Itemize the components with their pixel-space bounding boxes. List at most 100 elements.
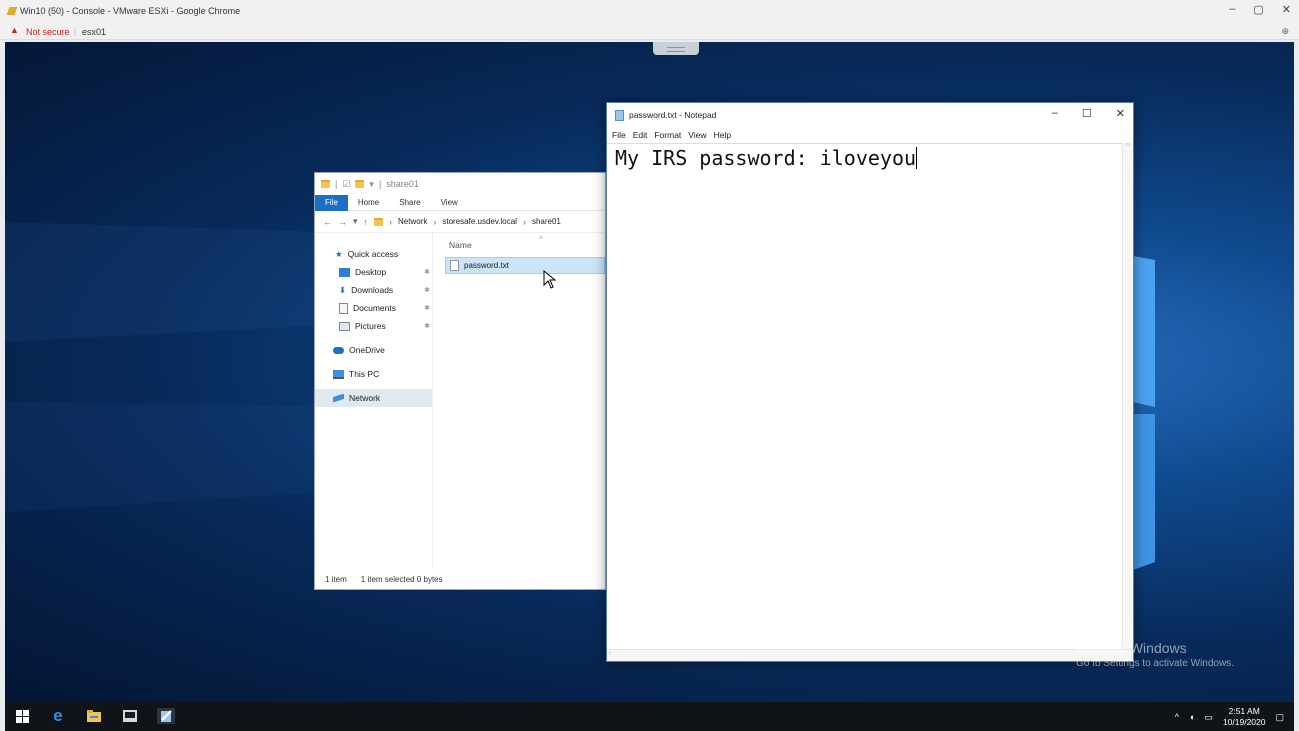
remote-desktop[interactable]: | ☑ ▾ | share01 File Home Share View ← →…	[5, 42, 1294, 702]
computer-icon	[333, 369, 344, 379]
notifications-icon[interactable]: ▢	[1275, 712, 1284, 723]
start-icon[interactable]	[13, 708, 31, 724]
quick-access-toolbar: | ☑ ▾ | share01	[315, 173, 605, 195]
pictures-icon	[339, 321, 350, 331]
notepad-window[interactable]: password.txt - Notepad – ☐ ✕ File Edit F…	[606, 102, 1134, 662]
menu-edit[interactable]: Edit	[633, 130, 648, 140]
file-row[interactable]: password.txt	[445, 257, 605, 274]
edge-icon[interactable]: e	[49, 706, 67, 725]
system-tray: ^ ◖ ▭ 2:51 AM 10/19/2020 ▢	[1175, 706, 1284, 728]
notepad-title-bar: password.txt - Notepad – ☐ ✕	[607, 103, 1133, 127]
chevron-up-icon[interactable]: ^	[1175, 712, 1179, 722]
qat-divider-2: |	[378, 179, 382, 189]
pin-icon[interactable]: ✱	[424, 304, 430, 312]
ribbon-tab-home[interactable]: Home	[348, 198, 389, 207]
server-manager-icon[interactable]	[121, 708, 139, 724]
file-name: password.txt	[464, 261, 509, 270]
file-list: ^ Name password.txt	[445, 233, 605, 569]
notepad-window-controls: – ☐ ✕	[1052, 107, 1125, 120]
file-explorer-icon[interactable]	[85, 708, 103, 724]
watermark-subtitle: Go to Settings to activate Windows.	[1076, 658, 1234, 669]
scroll-up-icon[interactable]: ^	[1123, 143, 1133, 150]
notepad-content-line: My IRS password: iloveyou	[607, 144, 1122, 170]
nav-item-label: Documents	[353, 303, 396, 313]
menu-help[interactable]: Help	[714, 130, 731, 140]
breadcrumb-share[interactable]: share01	[532, 217, 561, 226]
address-host[interactable]: esx01	[82, 27, 106, 37]
notepad-minimize-button[interactable]: –	[1052, 107, 1058, 120]
up-arrow-icon[interactable]: ↑	[364, 217, 369, 227]
location-folder-icon	[374, 217, 384, 226]
pin-icon[interactable]: ✱	[424, 286, 430, 294]
navigation-pane: ★ Quick access Desktop ✱ ⬇ Downloads ✱ D…	[315, 233, 433, 569]
download-arrow-icon: ⬇	[339, 284, 347, 295]
ribbon-tab-view[interactable]: View	[431, 198, 468, 207]
properties-icon[interactable]: ☑	[342, 179, 350, 190]
mouse-pointer-icon	[543, 270, 557, 289]
nav-quick-access[interactable]: ★ Quick access	[315, 245, 432, 263]
breadcrumb-server[interactable]: storesafe.usdev.local	[442, 217, 517, 226]
nav-item-label: Desktop	[355, 267, 387, 277]
file-explorer-window[interactable]: | ☑ ▾ | share01 File Home Share View ← →…	[314, 172, 606, 590]
activation-watermark: Activate Windows Go to Settings to activ…	[1076, 640, 1234, 669]
restore-button[interactable]: ▢	[1253, 3, 1263, 16]
address-bar[interactable]: ▲ Not secure | esx01 ⊕	[0, 23, 1299, 40]
ribbon-tab-file[interactable]: File	[315, 194, 348, 211]
nav-item-label: This PC	[349, 369, 380, 379]
column-header-name[interactable]: ^ Name	[445, 233, 605, 257]
nav-desktop[interactable]: Desktop ✱	[315, 263, 432, 281]
close-button[interactable]: ✕	[1282, 3, 1291, 16]
notepad-menu-bar: File Edit Format View Help	[607, 127, 1133, 142]
network-tray-icon[interactable]: ▭	[1204, 712, 1213, 723]
folder-icon	[321, 180, 330, 188]
recent-dropdown-icon[interactable]: ▾	[353, 216, 358, 227]
nav-pictures[interactable]: Pictures ✱	[315, 317, 432, 335]
menu-format[interactable]: Format	[654, 130, 681, 140]
notepad-close-button[interactable]: ✕	[1116, 107, 1125, 120]
status-bar: 1 item 1 item selected 0 bytes	[315, 569, 605, 589]
vertical-scrollbar[interactable]: ^	[1122, 143, 1133, 649]
not-secure-label[interactable]: Not secure	[26, 27, 70, 37]
nav-downloads[interactable]: ⬇ Downloads ✱	[315, 281, 432, 299]
vmware-favicon-icon	[6, 7, 18, 15]
pin-icon[interactable]: ✱	[424, 268, 430, 276]
nav-onedrive[interactable]: OneDrive	[315, 341, 432, 359]
ribbon-tabs: File Home Share View	[315, 194, 605, 211]
volume-icon[interactable]: ◖	[1189, 712, 1194, 722]
new-folder-icon[interactable]	[355, 180, 365, 188]
clock-time: 2:51 AM	[1228, 706, 1260, 716]
minimize-button[interactable]: –	[1229, 3, 1235, 16]
zoom-icon[interactable]: ⊕	[1281, 26, 1289, 37]
breadcrumb-network[interactable]: Network	[398, 217, 427, 226]
notepad-text-area[interactable]: My IRS password: iloveyou	[607, 143, 1122, 649]
notepad-title: password.txt - Notepad	[629, 110, 717, 120]
back-arrow-icon[interactable]: ←	[323, 217, 332, 227]
horizontal-scrollbar[interactable]: ‹	[607, 649, 1133, 661]
nav-item-label: Pictures	[355, 321, 386, 331]
watermark-title: Activate Windows	[1076, 640, 1187, 656]
forward-arrow-icon[interactable]: →	[338, 217, 347, 227]
notepad-content: My IRS password: iloveyou	[615, 146, 917, 170]
nav-documents[interactable]: Documents ✱	[315, 299, 432, 317]
pin-icon[interactable]: ✱	[424, 322, 430, 330]
menu-file[interactable]: File	[612, 130, 626, 140]
clock[interactable]: 2:51 AM 10/19/2020	[1223, 706, 1266, 728]
notepad-maximize-button[interactable]: ☐	[1082, 107, 1092, 120]
warning-icon: ▲	[10, 25, 19, 35]
notepad-taskbar-icon[interactable]	[157, 708, 175, 724]
breadcrumb-chevron-icon: ›	[389, 216, 393, 227]
qat-dropdown-icon[interactable]: ▾	[369, 179, 374, 190]
ribbon-tab-share[interactable]: Share	[389, 198, 430, 207]
windows-taskbar: e ^ ◖ ▭ 2:51 AM 10/19/2020 ▢	[5, 702, 1294, 731]
text-file-icon	[450, 260, 459, 271]
explorer-window-title: share01	[386, 179, 419, 189]
star-icon: ★	[335, 248, 343, 259]
menu-view[interactable]: View	[688, 130, 706, 140]
vm-console-toolbar-handle[interactable]	[653, 42, 699, 55]
nav-network[interactable]: Network	[315, 389, 432, 407]
nav-this-pc[interactable]: This PC	[315, 365, 432, 383]
browser-window-title: Win10 (50) - Console - VMware ESXi - Goo…	[20, 6, 241, 16]
scroll-left-icon[interactable]: ‹	[609, 650, 611, 657]
text-cursor	[916, 147, 918, 169]
cloud-icon	[333, 346, 344, 354]
